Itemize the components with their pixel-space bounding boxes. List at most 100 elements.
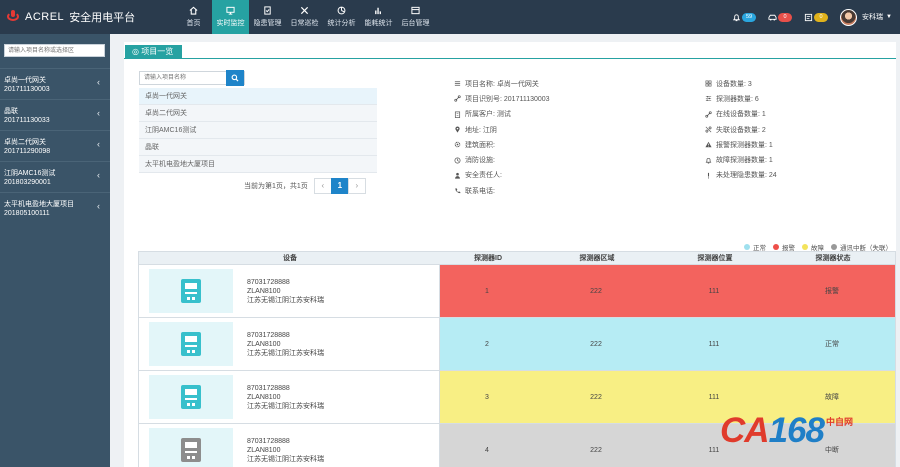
device-model: ZLAN8100 bbox=[247, 287, 281, 295]
sidebar-item-project[interactable]: 太平机电盈地大厦项目 201805100111 ‹ bbox=[0, 192, 110, 223]
device-thumbnail bbox=[149, 428, 233, 467]
notification-count: 59 bbox=[742, 12, 757, 22]
stat-offline-count: 失联设备数量: 2 bbox=[705, 122, 777, 137]
panel-title: ◎ 项目一览 bbox=[125, 45, 183, 58]
grid-icon bbox=[705, 80, 712, 87]
inspection-icon bbox=[300, 6, 309, 15]
watermark-suffix: 中自网 bbox=[825, 417, 853, 427]
brand-subtitle: 安全用电平台 bbox=[69, 12, 136, 24]
ca168-watermark: CA168 中自网 bbox=[720, 412, 853, 450]
message-button[interactable]: 0 bbox=[804, 12, 829, 22]
project-search-button[interactable] bbox=[226, 70, 244, 86]
stat-hazard-count: 未处理隐患数量: 24 bbox=[705, 168, 777, 183]
notification-button[interactable]: 59 bbox=[732, 12, 757, 22]
search-icon bbox=[231, 74, 239, 82]
nav-realtime-monitor[interactable]: 实时监控 bbox=[212, 0, 249, 34]
chevron-left-icon: ‹ bbox=[97, 108, 100, 118]
nav-home[interactable]: 首页 bbox=[175, 0, 212, 34]
sidebar-search-input[interactable] bbox=[5, 45, 104, 56]
nav-statistics-analysis[interactable]: 统计分析 bbox=[323, 0, 360, 34]
target-icon: ◎ bbox=[132, 47, 142, 56]
nav-label: 日常巡检 bbox=[290, 20, 319, 27]
info-text: 安全责任人: bbox=[465, 172, 502, 180]
detector-area: 222 bbox=[590, 446, 602, 454]
info-text: 联系电话: bbox=[465, 187, 495, 195]
device-cell: 87031728888 ZLAN8100 江苏无锡江阴江苏安科瑞 bbox=[138, 265, 440, 317]
next-page-button[interactable]: › bbox=[347, 178, 366, 194]
list-icon bbox=[454, 81, 461, 86]
detector-position: 111 bbox=[708, 287, 720, 295]
detector-id: 3 bbox=[485, 393, 489, 401]
device-thumbnail bbox=[149, 322, 233, 366]
list-item[interactable]: 卓尚一代网关 bbox=[139, 88, 377, 105]
detector-area: 222 bbox=[590, 340, 602, 348]
info-text: 报警探测器数量: 1 bbox=[716, 141, 773, 149]
table-row[interactable]: 87031728888 ZLAN8100 江苏无锡江阴江苏安科瑞 2 222 1… bbox=[138, 318, 896, 371]
list-item[interactable]: 卓尚二代网关 bbox=[139, 105, 377, 122]
device-location: 江苏无锡江阴江苏安科瑞 bbox=[247, 349, 324, 357]
nav-label: 隐患管理 bbox=[253, 20, 282, 27]
info-project-id: 项目识别号: 201711130003 bbox=[454, 91, 550, 106]
list-item[interactable]: 晶联 bbox=[139, 139, 377, 156]
legend-dot bbox=[744, 244, 750, 250]
person-icon bbox=[455, 172, 460, 179]
info-text: 设备数量: 3 bbox=[716, 80, 752, 88]
link-icon bbox=[705, 111, 712, 118]
nav-admin[interactable]: 后台管理 bbox=[397, 0, 434, 34]
device-info: 87031728888 ZLAN8100 江苏无锡江阴江苏安科瑞 bbox=[247, 437, 324, 464]
info-text: 探测器数量: 6 bbox=[716, 95, 759, 103]
device-model: ZLAN8100 bbox=[247, 446, 281, 454]
building-icon bbox=[454, 111, 461, 118]
device-cell: 87031728888 ZLAN8100 江苏无锡江阴江苏安科瑞 bbox=[138, 318, 440, 370]
info-text: 所属客户: 测试 bbox=[465, 111, 511, 119]
info-customer: 所属客户: 测试 bbox=[454, 107, 550, 122]
page-1-button[interactable]: 1 bbox=[330, 178, 349, 194]
main-content: ◎ 项目一览 卓尚一代网关 卓尚二代网关 江阴AMC16测试 晶联 太平机电盈地… bbox=[110, 34, 900, 467]
phone-icon bbox=[455, 188, 461, 194]
project-search-input[interactable] bbox=[140, 72, 226, 84]
detector-position: 111 bbox=[708, 393, 720, 401]
device-location: 江苏无锡江阴江苏安科瑞 bbox=[247, 455, 324, 463]
list-item[interactable]: 太平机电盈地大厦项目 bbox=[139, 156, 377, 173]
meter-device-icon bbox=[181, 332, 201, 356]
nav-energy-statistics[interactable]: 能耗统计 bbox=[360, 0, 397, 34]
nav-hazard-management[interactable]: 隐患管理 bbox=[249, 0, 286, 34]
detector-area: 222 bbox=[590, 393, 602, 401]
chevron-left-icon: ‹ bbox=[97, 139, 100, 149]
avatar[interactable] bbox=[840, 8, 858, 26]
device-info: 87031728888 ZLAN8100 江苏无锡江阴江苏安科瑞 bbox=[247, 278, 324, 305]
meter-device-icon bbox=[181, 385, 201, 409]
device-code: 87031728888 bbox=[247, 384, 290, 392]
admin-icon bbox=[411, 6, 420, 15]
detector-status: 报警 bbox=[825, 288, 839, 295]
nav-daily-inspection[interactable]: 日常巡检 bbox=[286, 0, 323, 34]
stat-alarm-count: 报警探测器数量: 1 bbox=[705, 137, 777, 152]
info-text: 地址: 江阴 bbox=[465, 126, 497, 134]
info-text: 消防设施: bbox=[465, 157, 495, 165]
nav-label: 后台管理 bbox=[401, 20, 430, 27]
info-fire-facilities: 消防设施: bbox=[454, 152, 550, 167]
project-stats: 设备数量: 3 探测器数量: 6 在线设备数量: 1 失联设备数量: 2 报警探… bbox=[705, 76, 777, 183]
sidebar-item-project[interactable]: 晶联 201711130033 ‹ bbox=[0, 99, 110, 130]
column-header: 探测器ID bbox=[474, 255, 502, 262]
prev-page-button[interactable]: ‹ bbox=[313, 178, 332, 194]
brand[interactable]: ACREL 安全用电平台 bbox=[0, 9, 175, 25]
legend-dot bbox=[831, 244, 837, 250]
sidebar-item-project[interactable]: 江阴AMC16测试 201803290001 ‹ bbox=[0, 161, 110, 192]
table-row[interactable]: 87031728888 ZLAN8100 江苏无锡江阴江苏安科瑞 1 222 1… bbox=[138, 265, 896, 318]
column-header: 探测器状态 bbox=[815, 255, 851, 262]
sidebar-item-code: 201805100111 bbox=[4, 210, 50, 217]
car-icon bbox=[768, 14, 777, 21]
sidebar-item-code: 201803290001 bbox=[4, 179, 51, 186]
username[interactable]: 安科瑞 bbox=[862, 12, 883, 22]
info-text: 项目名称: 卓尚一代网关 bbox=[465, 80, 539, 88]
sidebar-item-name: 晶联 bbox=[4, 108, 18, 115]
caret-down-icon[interactable]: ▼ bbox=[886, 14, 892, 20]
vehicle-button[interactable]: 0 bbox=[768, 12, 793, 22]
sidebar-item-project[interactable]: 卓尚二代网关 201711290098 ‹ bbox=[0, 130, 110, 161]
list-item[interactable]: 江阴AMC16测试 bbox=[139, 122, 377, 139]
message-count: 0 bbox=[814, 12, 829, 22]
sidebar-item-code: 201711130033 bbox=[4, 117, 50, 124]
sidebar-item-project[interactable]: 卓尚一代网关 201711130003 ‹ bbox=[0, 68, 110, 99]
legend-dot bbox=[773, 244, 779, 250]
